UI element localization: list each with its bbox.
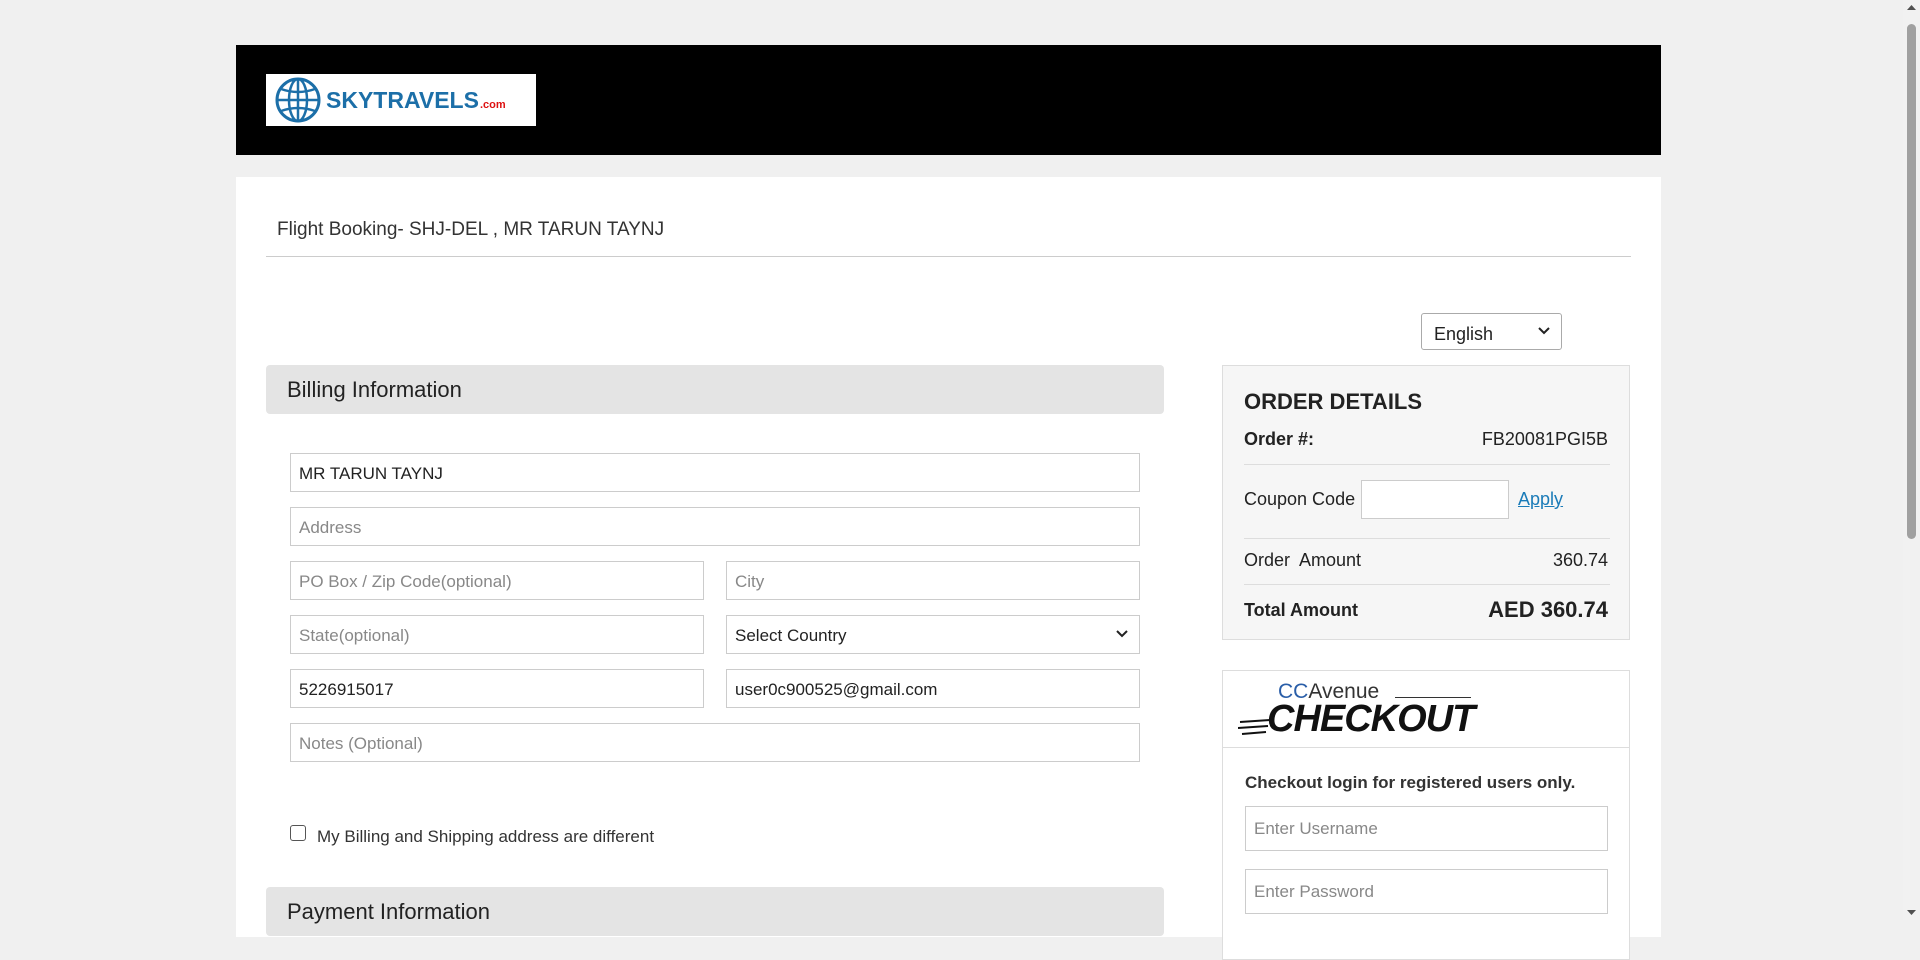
chevron-down-icon — [1538, 327, 1550, 335]
payment-heading: Payment Information — [287, 899, 490, 924]
language-select[interactable]: English — [1421, 313, 1562, 350]
total-amount-value: AED 360.74 — [1488, 597, 1608, 622]
state-field[interactable]: State(optional) — [290, 615, 704, 654]
language-value: English — [1434, 324, 1494, 344]
payment-section-header: Payment Information — [266, 887, 1164, 936]
checkout-wordmark: CHECKOUT — [1267, 698, 1475, 740]
speed-lines-icon — [1238, 719, 1271, 735]
title-divider — [266, 256, 1631, 257]
username-input[interactable]: Enter Username — [1245, 806, 1608, 851]
notes-field[interactable]: Notes (Optional) — [290, 723, 1140, 762]
different-address-row: My Billing and Shipping address are diff… — [290, 823, 654, 846]
billing-heading: Billing Information — [287, 377, 462, 402]
city-field[interactable]: City — [726, 561, 1140, 600]
order-amount-label: Order Amount — [1244, 550, 1362, 570]
different-address-label: My Billing and Shipping address are diff… — [317, 827, 655, 846]
order-divider — [1244, 538, 1610, 539]
order-divider — [1244, 464, 1610, 465]
order-amount-value: 360.74 — [1552, 550, 1608, 570]
scroll-down-icon[interactable] — [1906, 907, 1917, 918]
order-divider — [1244, 584, 1610, 585]
order-details-panel: ORDER DETAILS Order #: FB20081PGI5B Coup… — [1222, 365, 1630, 640]
total-amount-label: Total Amount — [1244, 600, 1358, 620]
ccavenue-checkout-panel: CCAvenue CHECKOUT Checkout login for reg… — [1222, 670, 1630, 960]
email-field[interactable]: user0c900525@gmail.com — [726, 669, 1140, 708]
globe-icon — [275, 77, 321, 123]
logo-suffix: .com — [479, 98, 506, 111]
apply-coupon-link[interactable]: Apply — [1518, 489, 1563, 510]
skytravels-logo[interactable]: SKYTRAVELS .com — [266, 74, 536, 126]
order-number-label: Order #: — [1244, 429, 1315, 449]
order-number-value: FB20081PGI5B — [1481, 429, 1608, 449]
address-field[interactable]: Address — [290, 507, 1140, 546]
country-value: Select Country — [735, 626, 847, 645]
name-field[interactable]: MR TARUN TAYNJ — [290, 453, 1140, 492]
zip-field[interactable]: PO Box / Zip Code(optional) — [290, 561, 704, 600]
scrollbar-thumb[interactable] — [1907, 24, 1916, 539]
logo-wordmark: SKYTRAVELS .com — [326, 87, 506, 114]
ccavenue-logo: CCAvenue CHECKOUT — [1223, 671, 1629, 748]
order-details-heading: ORDER DETAILS — [1244, 389, 1423, 414]
page-title: Flight Booking- SHJ-DEL , MR TARUN TAYNJ — [277, 219, 665, 240]
page-scrollbar[interactable] — [1903, 0, 1920, 920]
coupon-label: Coupon Code — [1244, 489, 1356, 509]
country-select[interactable]: Select Country — [726, 615, 1140, 654]
billing-section-header: Billing Information — [266, 365, 1164, 414]
checkout-login-note: Checkout login for registered users only… — [1245, 773, 1576, 792]
checkout-card: Flight Booking- SHJ-DEL , MR TARUN TAYNJ… — [236, 177, 1661, 960]
different-address-checkbox[interactable] — [290, 825, 306, 841]
coupon-input[interactable] — [1361, 480, 1509, 519]
password-input[interactable]: Enter Password — [1245, 869, 1608, 914]
chevron-down-icon — [1116, 630, 1128, 638]
scroll-up-icon[interactable] — [1906, 2, 1917, 13]
phone-field[interactable]: 5226915017 — [290, 669, 704, 708]
logo-name: SKYTRAVELS — [326, 86, 479, 113]
site-header: SKYTRAVELS .com — [236, 45, 1661, 155]
